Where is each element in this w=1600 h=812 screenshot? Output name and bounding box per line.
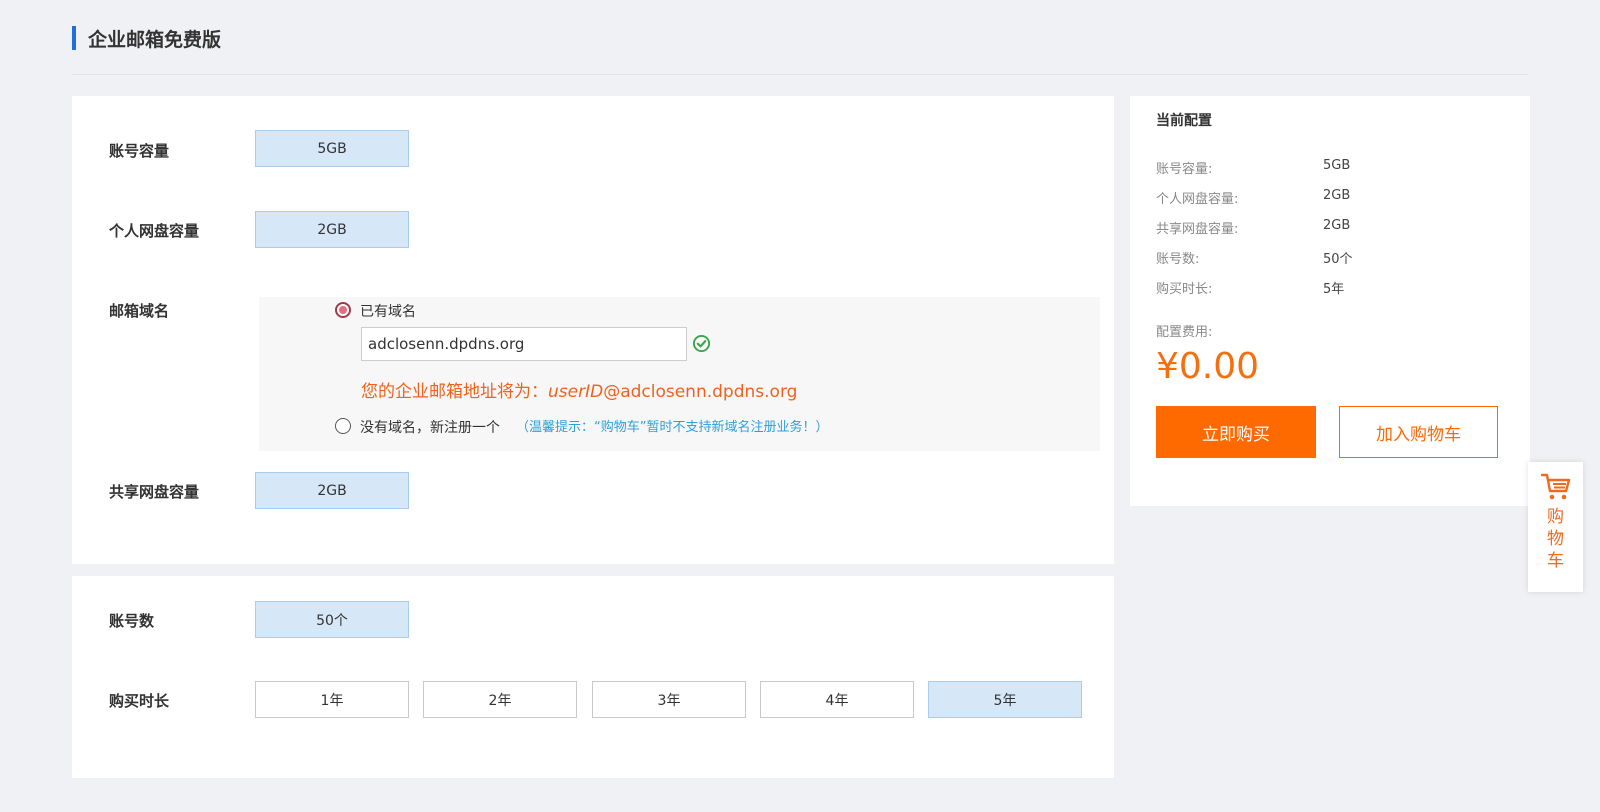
domain-input[interactable] — [361, 327, 687, 361]
check-circle-icon — [692, 334, 711, 353]
summary-row: 共享网盘容量: 2GB — [1156, 218, 1516, 238]
summary-value: 50个 — [1323, 252, 1353, 267]
capacity-label: 账号容量 — [109, 142, 170, 160]
fee-label: 配置费用: — [1156, 325, 1213, 340]
title-accent-bar — [72, 26, 76, 50]
new-domain-label[interactable]: 没有域名，新注册一个 — [360, 417, 500, 437]
price: ¥0.00 — [1156, 346, 1260, 387]
duration-option-5[interactable]: 5年 — [928, 681, 1082, 718]
domain-hint: （温馨提示：“购物车”暂时不支持新域名注册业务！） — [516, 420, 829, 435]
existing-domain-label[interactable]: 已有域名 — [360, 301, 416, 321]
summary-card: 当前配置 账号容量: 5GB 个人网盘容量: 2GB 共享网盘容量: 2GB 账… — [1130, 96, 1530, 506]
page-header: 企业邮箱免费版 — [72, 26, 222, 51]
domain-label: 邮箱域名 — [109, 302, 170, 320]
summary-row: 账号容量: 5GB — [1156, 158, 1516, 178]
add-to-cart-button[interactable]: 加入购物车 — [1339, 406, 1498, 458]
summary-row: 购买时长: 5年 — [1156, 278, 1516, 298]
personal-disk-option[interactable]: 2GB — [255, 211, 409, 248]
cart-icon — [1540, 473, 1570, 500]
summary-value: 2GB — [1323, 188, 1351, 203]
summary-row: 账号数: 50个 — [1156, 248, 1516, 268]
summary-title: 当前配置 — [1156, 113, 1212, 129]
floating-cart-button[interactable]: 购物车 — [1528, 462, 1583, 592]
page-title: 企业邮箱免费版 — [88, 28, 222, 51]
floating-cart-label: 购物车 — [1547, 507, 1564, 571]
config-card: 账号容量 5GB 个人网盘容量 2GB 邮箱域名 已有域名 您的企业邮箱地址将为… — [72, 96, 1114, 564]
domain-panel: 已有域名 您的企业邮箱地址将为：userID@adclosenn.dpdns.o… — [259, 297, 1100, 451]
summary-value: 5GB — [1323, 158, 1351, 173]
capacity-option[interactable]: 5GB — [255, 130, 409, 167]
shared-disk-label: 共享网盘容量 — [109, 483, 200, 501]
accounts-option[interactable]: 50个 — [255, 601, 409, 638]
new-domain-radio[interactable] — [335, 418, 351, 434]
buy-now-button[interactable]: 立即购买 — [1156, 406, 1316, 458]
existing-domain-radio[interactable] — [335, 302, 351, 318]
summary-key: 共享网盘容量: — [1156, 222, 1239, 237]
header-divider — [72, 74, 1528, 75]
account-card: 账号数 50个 购买时长 1年 2年 3年 4年 5年 — [72, 576, 1114, 778]
email-address-preview: 您的企业邮箱地址将为：userID@adclosenn.dpdns.org — [361, 377, 797, 402]
duration-option-3[interactable]: 3年 — [592, 681, 746, 718]
summary-value: 5年 — [1323, 282, 1345, 297]
duration-option-4[interactable]: 4年 — [760, 681, 914, 718]
shared-disk-option[interactable]: 2GB — [255, 472, 409, 509]
address-prefix: 您的企业邮箱地址将为： — [361, 382, 548, 402]
duration-option-2[interactable]: 2年 — [423, 681, 577, 718]
address-user: userID — [548, 382, 604, 402]
summary-key: 账号容量: — [1156, 162, 1213, 177]
duration-option-1[interactable]: 1年 — [255, 681, 409, 718]
address-domain: @adclosenn.dpdns.org — [603, 382, 798, 402]
summary-value: 2GB — [1323, 218, 1351, 233]
summary-row: 个人网盘容量: 2GB — [1156, 188, 1516, 208]
accounts-label: 账号数 — [109, 612, 155, 630]
duration-label: 购买时长 — [109, 692, 170, 710]
summary-key: 个人网盘容量: — [1156, 192, 1239, 207]
personal-disk-label: 个人网盘容量 — [109, 222, 200, 240]
summary-key: 购买时长: — [1156, 282, 1213, 297]
summary-key: 账号数: — [1156, 252, 1200, 267]
